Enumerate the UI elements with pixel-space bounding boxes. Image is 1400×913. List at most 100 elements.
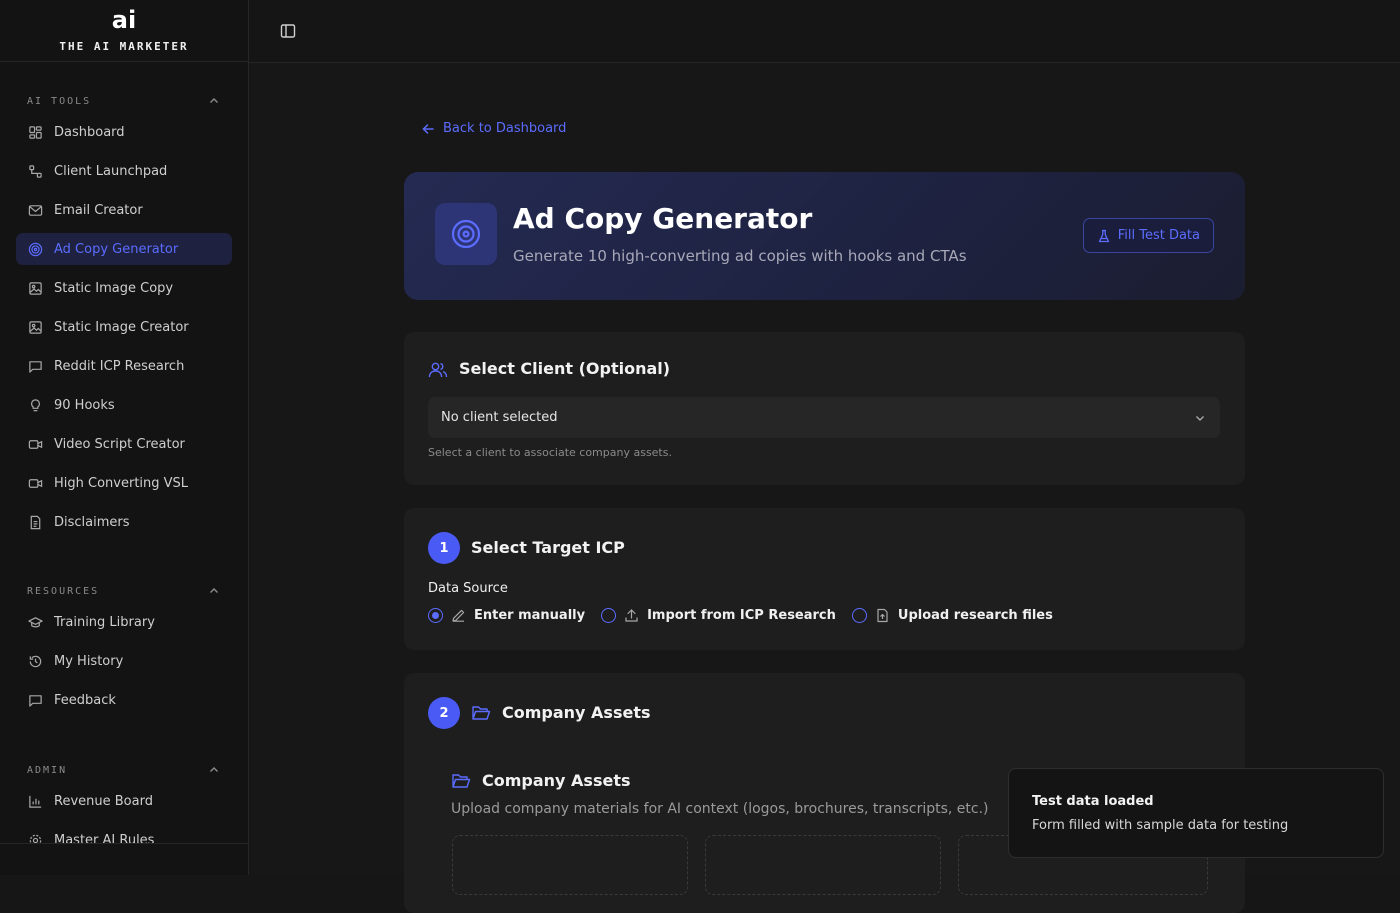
upload-icon <box>624 608 639 623</box>
upload-dropzone[interactable] <box>452 835 688 895</box>
target-icp-card: 1 Select Target ICP Data Source Enter ma… <box>404 508 1245 650</box>
document-icon <box>27 514 43 530</box>
sidebar-item-static-image-copy[interactable]: Static Image Copy <box>16 272 232 304</box>
sidebar-item-label: My History <box>54 654 123 669</box>
sidebar-item-disclaimers[interactable]: Disclaimers <box>16 506 232 538</box>
section-header-resources[interactable]: RESOURCES <box>27 581 220 601</box>
sidebar-item-training-library[interactable]: Training Library <box>16 606 232 638</box>
sidebar-item-label: Reddit ICP Research <box>54 359 184 374</box>
brand-logo: ai <box>112 8 136 34</box>
sidebar-toggle-icon[interactable] <box>279 22 297 40</box>
radio-label: Enter manually <box>474 608 585 623</box>
sidebar-item-label: High Converting VSL <box>54 476 188 491</box>
target-icon <box>27 241 43 257</box>
sidebar-item-client-launchpad[interactable]: Client Launchpad <box>16 155 232 187</box>
section-header-admin[interactable]: ADMIN <box>27 760 220 780</box>
sidebar-item-label: Email Creator <box>54 203 143 218</box>
sidebar-item-label: Dashboard <box>54 125 125 140</box>
sidebar-item-label: Revenue Board <box>54 794 153 809</box>
arrow-left-icon <box>421 122 435 136</box>
client-select-value: No client selected <box>441 410 558 425</box>
brand-name: THE AI MARKETER <box>59 40 188 53</box>
fill-test-data-button[interactable]: Fill Test Data <box>1083 218 1214 253</box>
history-icon <box>27 653 43 669</box>
sidebar-footer <box>0 843 248 875</box>
sidebar: ai THE AI MARKETER AI TOOLS Dashboard Cl… <box>0 0 249 875</box>
data-source-radio-group: Enter manually Import from ICP Research … <box>428 608 1069 623</box>
image-icon <box>27 280 43 296</box>
folder-open-icon <box>451 771 471 791</box>
sidebar-item-label: Video Script Creator <box>54 437 185 452</box>
file-upload-icon <box>875 608 890 623</box>
radio-label: Import from ICP Research <box>647 608 836 623</box>
chevron-up-icon <box>208 95 220 107</box>
brand[interactable]: ai THE AI MARKETER <box>0 0 248 62</box>
sidebar-item-label: Static Image Creator <box>54 320 189 335</box>
radio-upload-research-files[interactable]: Upload research files <box>852 608 1053 623</box>
topbar <box>249 0 1400 63</box>
sidebar-item-ad-copy-generator[interactable]: Ad Copy Generator <box>16 233 232 265</box>
sidebar-item-reddit-icp-research[interactable]: Reddit ICP Research <box>16 350 232 382</box>
main-content: Back to Dashboard Ad Copy Generator Gene… <box>249 63 1400 875</box>
target-icon <box>435 203 497 265</box>
bar-chart-icon <box>27 793 43 809</box>
back-to-dashboard-link[interactable]: Back to Dashboard <box>421 121 566 136</box>
target-icp-title: Select Target ICP <box>471 538 625 557</box>
section-title: ADMIN <box>27 765 67 776</box>
sidebar-item-label: Feedback <box>54 693 116 708</box>
page-subtitle: Generate 10 high-converting ad copies wi… <box>513 247 967 265</box>
back-link-label: Back to Dashboard <box>443 121 566 136</box>
sidebar-item-my-history[interactable]: My History <box>16 645 232 677</box>
radio-enter-manually[interactable]: Enter manually <box>428 608 585 623</box>
radio-button[interactable] <box>852 608 867 623</box>
sidebar-item-label: Master AI Rules <box>54 833 154 844</box>
video-icon <box>27 436 43 452</box>
sidebar-item-high-converting-vsl[interactable]: High Converting VSL <box>16 467 232 499</box>
sidebar-item-master-ai-rules[interactable]: Master AI Rules <box>16 824 232 843</box>
page-title: Ad Copy Generator <box>513 202 812 235</box>
sidebar-item-email-creator[interactable]: Email Creator <box>16 194 232 226</box>
sidebar-item-label: 90 Hooks <box>54 398 115 413</box>
hero-banner: Ad Copy Generator Generate 10 high-conve… <box>404 172 1245 300</box>
lightbulb-icon <box>27 397 43 413</box>
fill-test-data-label: Fill Test Data <box>1118 228 1200 243</box>
grid-icon <box>27 124 43 140</box>
mail-icon <box>27 202 43 218</box>
sidebar-item-label: Training Library <box>54 615 155 630</box>
toast-title: Test data loaded <box>1032 794 1154 809</box>
toast-description: Form filled with sample data for testing <box>1032 818 1288 833</box>
radio-button[interactable] <box>601 608 616 623</box>
video-icon <box>27 475 43 491</box>
section-title: RESOURCES <box>27 586 99 597</box>
gear-icon <box>27 832 43 843</box>
company-assets-subheading: Company Assets <box>482 771 631 790</box>
data-source-label: Data Source <box>428 581 508 596</box>
toast-notification[interactable]: Test data loaded Form filled with sample… <box>1008 768 1384 858</box>
nodes-icon <box>27 163 43 179</box>
company-assets-title: Company Assets <box>502 703 651 722</box>
sidebar-item-feedback[interactable]: Feedback <box>16 684 232 716</box>
step-badge: 2 <box>428 697 460 729</box>
image-icon <box>27 319 43 335</box>
sidebar-item-static-image-creator[interactable]: Static Image Creator <box>16 311 232 343</box>
folder-open-icon <box>471 703 491 723</box>
step-badge: 1 <box>428 532 460 564</box>
radio-button[interactable] <box>428 608 443 623</box>
company-assets-description: Upload company materials for AI context … <box>451 801 989 817</box>
users-icon <box>428 360 448 380</box>
upload-dropzone[interactable] <box>705 835 941 895</box>
sidebar-item-revenue-board[interactable]: Revenue Board <box>16 785 232 817</box>
select-client-card: Select Client (Optional) No client selec… <box>404 332 1245 485</box>
client-select[interactable]: No client selected <box>428 397 1220 438</box>
sidebar-item-90-hooks[interactable]: 90 Hooks <box>16 389 232 421</box>
sidebar-item-dashboard[interactable]: Dashboard <box>16 116 232 148</box>
section-header-ai-tools[interactable]: AI TOOLS <box>27 91 220 111</box>
sidebar-item-video-script-creator[interactable]: Video Script Creator <box>16 428 232 460</box>
sidebar-item-label: Static Image Copy <box>54 281 173 296</box>
chevron-down-icon <box>1194 412 1206 424</box>
client-helper-text: Select a client to associate company ass… <box>428 446 672 459</box>
radio-import-icp-research[interactable]: Import from ICP Research <box>601 608 836 623</box>
radio-label: Upload research files <box>898 608 1053 623</box>
sidebar-nav: AI TOOLS Dashboard Client Launchpad Emai… <box>0 62 248 843</box>
message-icon <box>27 692 43 708</box>
